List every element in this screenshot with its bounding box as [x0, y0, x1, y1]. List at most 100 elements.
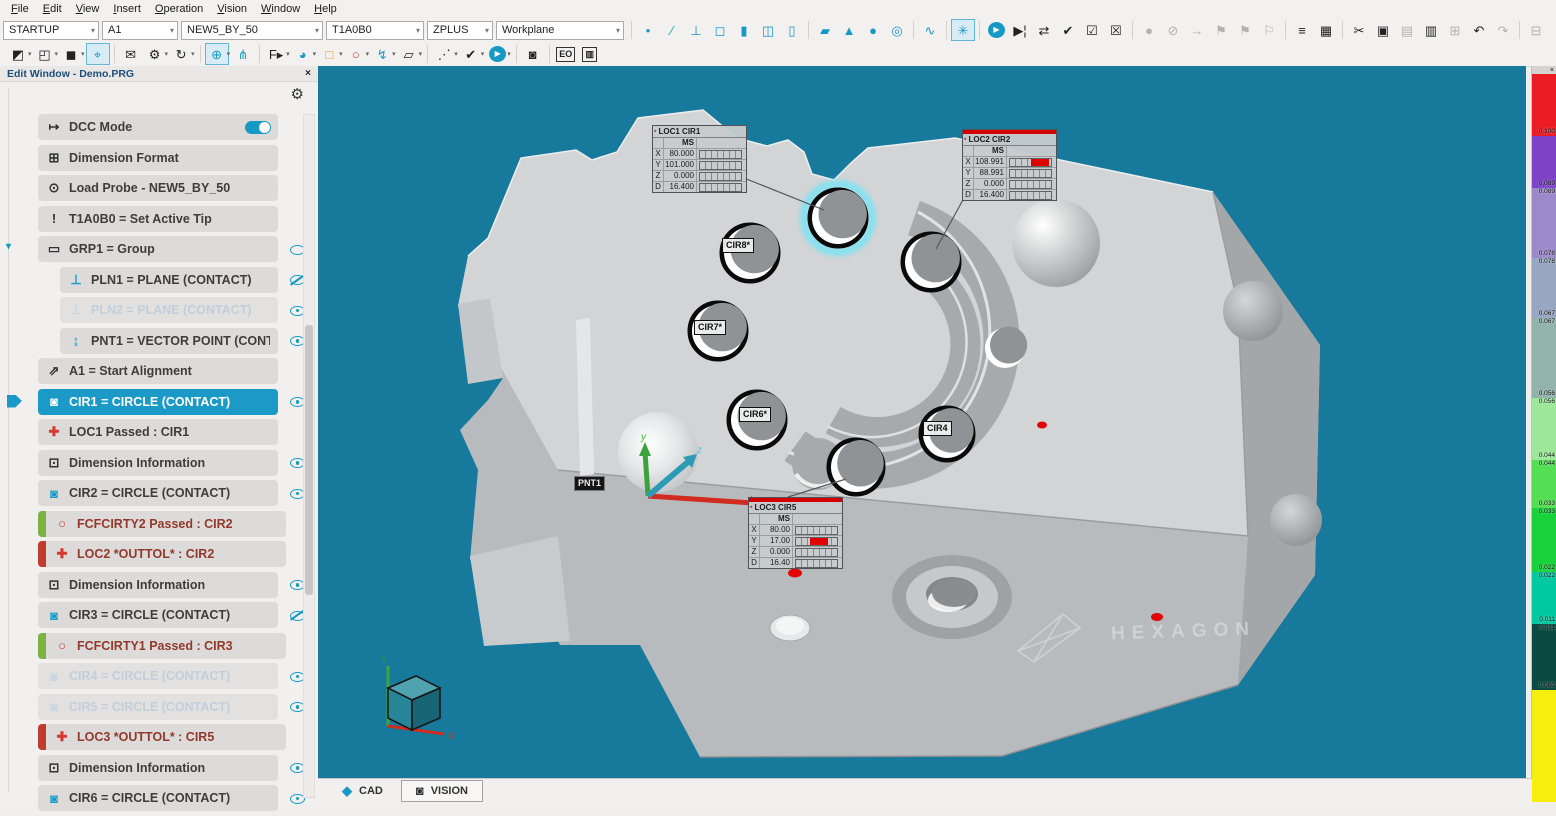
chevron-down-icon[interactable]: ▾ — [227, 50, 231, 58]
path-icon[interactable]: ⋰ — [432, 43, 456, 65]
execute2-icon[interactable]: ▶ — [485, 43, 509, 65]
sphere-icon[interactable]: ● — [861, 19, 885, 41]
view-window-icon[interactable]: □ — [317, 43, 341, 65]
print-icon[interactable]: ⊟ — [1524, 19, 1548, 41]
menu-item-edit[interactable]: Edit — [36, 2, 69, 16]
chevron-down-icon[interactable]: ▾ — [313, 50, 317, 58]
report-view-icon[interactable]: ≡ — [1290, 19, 1314, 41]
edit-item-cir3-circle-contact[interactable]: ◙CIR3 = CIRCLE (CONTACT) — [38, 602, 278, 628]
layers-icon[interactable]: ▱ — [397, 43, 421, 65]
report-window-icon[interactable]: EO — [554, 43, 578, 65]
probe-axes-icon[interactable]: ⋔ — [231, 43, 255, 65]
bookmark-insert-icon[interactable]: ⚑ — [1233, 19, 1257, 41]
feature-tag-cir8[interactable]: CIR8* — [722, 238, 754, 253]
stats-window-icon[interactable]: ▥ — [578, 43, 602, 65]
bookmark-icon[interactable]: ⚑ — [1209, 19, 1233, 41]
stop-disabled-icon[interactable]: ⊘ — [1161, 19, 1185, 41]
tab-cad[interactable]: ◆CAD — [328, 780, 397, 802]
rotate-icon[interactable]: ↻ — [169, 43, 193, 65]
alignment-select[interactable]: STARTUP▾ — [3, 21, 99, 40]
loop-icon[interactable]: ⇄ — [1032, 19, 1056, 41]
edit-item-loc3-outtol-cir5[interactable]: ✚LOC3 *OUTTOL* : CIR5 — [38, 724, 286, 750]
pattern-icon[interactable]: ⊞ — [1443, 19, 1467, 41]
round-slot-icon[interactable]: ▮ — [732, 19, 756, 41]
circle-icon[interactable]: ◻ — [708, 19, 732, 41]
highlight-circle-icon[interactable]: ○ — [344, 43, 368, 65]
menu-item-help[interactable]: Help — [307, 2, 344, 16]
line-icon[interactable]: ∕ — [660, 19, 684, 41]
chevron-down-icon[interactable]: ▾ — [339, 50, 343, 58]
axis-select[interactable]: A1▾ — [102, 21, 178, 40]
bookmark-clear-icon[interactable]: ⚐ — [1257, 19, 1281, 41]
edit-item-a1-start-alignment[interactable]: ⇗A1 = Start Alignment — [38, 358, 278, 384]
feature-tag-pnt1[interactable]: PNT1 — [574, 476, 605, 491]
pan-icon[interactable]: ⌖ — [86, 43, 110, 65]
chevron-down-icon[interactable]: ▾ — [481, 50, 485, 58]
curve-icon[interactable]: ∿ — [918, 19, 942, 41]
undo-icon[interactable]: ↶ — [1467, 19, 1491, 41]
cylinder-icon[interactable]: ▰ — [813, 19, 837, 41]
redo-icon[interactable]: ↷ — [1491, 19, 1515, 41]
edit-item-fcfcirty1-passed-cir3[interactable]: ○FCFCIRTY1 Passed : CIR3 — [38, 633, 286, 659]
jump-icon[interactable]: ↯ — [370, 43, 394, 65]
edit-item-dimension-information[interactable]: ⊡Dimension Information — [38, 572, 278, 598]
chevron-down-icon[interactable]: ▾ — [286, 50, 290, 58]
report-template-icon[interactable]: ▦ — [1314, 19, 1338, 41]
chevron-down-icon[interactable]: ▾ — [507, 50, 511, 58]
probe-file-icon[interactable]: F▸ — [264, 43, 288, 65]
edit-item-dimension-information[interactable]: ⊡Dimension Information — [38, 755, 278, 781]
scrollbar-thumb[interactable] — [305, 325, 313, 595]
chevron-down-icon[interactable]: ▾ — [28, 50, 32, 58]
report-fail-icon[interactable]: ☒ — [1104, 19, 1128, 41]
workplane-select[interactable]: Workplane▾ — [496, 21, 624, 40]
edit-item-load-probe-new5-by-50[interactable]: ⊙Load Probe - NEW5_BY_50 — [38, 175, 278, 201]
chevron-down-icon[interactable]: ▾ — [366, 50, 370, 58]
edit-item-dcc-mode[interactable]: ↦DCC Mode — [38, 114, 278, 140]
stop-icon[interactable]: ● — [1137, 19, 1161, 41]
probe-select[interactable]: NEW5_BY_50▾ — [181, 21, 323, 40]
measurement-label-loc2-cir2[interactable]: ▪LOC2 CIR2MSX108.991Y88.991Z0.000D16.400 — [962, 129, 1057, 201]
trackball-icon[interactable]: ◕ — [291, 43, 315, 65]
edit-item-cir1-circle-contact[interactable]: ◙CIR1 = CIRCLE (CONTACT) — [38, 389, 278, 415]
rectangle-icon[interactable]: ▯ — [780, 19, 804, 41]
menu-item-view[interactable]: View — [69, 2, 107, 16]
cad-view-icon[interactable]: ◩ — [6, 43, 30, 65]
menu-item-insert[interactable]: Insert — [106, 2, 148, 16]
execute-icon[interactable]: ▶ — [984, 19, 1008, 41]
edit-item-grp1-group[interactable]: ▾▭GRP1 = Group — [38, 236, 278, 262]
chevron-down-icon[interactable]: ▾ — [55, 50, 59, 58]
copy-icon[interactable]: ▣ — [1371, 19, 1395, 41]
chevron-down-icon[interactable]: ▾ — [392, 50, 396, 58]
feature-tag-cir7[interactable]: CIR7* — [694, 320, 726, 335]
edit-item-cir4-circle-contact[interactable]: ◙CIR4 = CIRCLE (CONTACT) — [38, 663, 278, 689]
chevron-down-icon[interactable]: ▾ — [191, 50, 195, 58]
comment-icon[interactable]: ✉ — [119, 43, 143, 65]
menu-item-vision[interactable]: Vision — [210, 2, 254, 16]
paste-special-icon[interactable]: ▥ — [1419, 19, 1443, 41]
expander-icon[interactable]: ▾ — [6, 241, 11, 252]
plane-icon[interactable]: ⊥ — [684, 19, 708, 41]
cone-icon[interactable]: ▲ — [837, 19, 861, 41]
edit-item-dimension-format[interactable]: ⊞Dimension Format — [38, 145, 278, 171]
chevron-down-icon[interactable]: ▾ — [165, 50, 169, 58]
edit-item-cir6-circle-contact[interactable]: ◙CIR6 = CIRCLE (CONTACT) — [38, 785, 278, 811]
square-slot-icon[interactable]: ◫ — [756, 19, 780, 41]
chevron-down-icon[interactable]: ▾ — [454, 50, 458, 58]
translate-icon[interactable]: ⊕ — [205, 43, 229, 65]
measurement-label-loc1-cir1[interactable]: ▪LOC1 CIR1MSX80.000Y101.000Z0.000D16.400 — [652, 125, 747, 193]
edit-item-cir5-circle-contact[interactable]: ◙CIR5 = CIRCLE (CONTACT) — [38, 694, 278, 720]
measurement-label-loc3-cir5[interactable]: ▪LOC3 CIR5MSX80.00Y17.00Z0.000D16.40 — [748, 497, 843, 569]
cad-viewport[interactable]: y x z Y X HEXAGON CIR8*CIR7*CIR6*CIR4PNT… — [318, 66, 1526, 779]
edit-item-fcfcirty2-passed-cir2[interactable]: ○FCFCIRTY2 Passed : CIR2 — [38, 511, 286, 537]
point-icon[interactable]: • — [636, 19, 660, 41]
edit-item-pnt1-vector-point-contact[interactable]: ↨PNT1 = VECTOR POINT (CONTACT) — [60, 328, 278, 354]
confirm2-icon[interactable]: ✔ — [459, 43, 483, 65]
chevron-down-icon[interactable]: ▾ — [419, 50, 423, 58]
edit-item-dimension-information[interactable]: ⊡Dimension Information — [38, 450, 278, 476]
cut-icon[interactable]: ✂ — [1347, 19, 1371, 41]
tab-vision[interactable]: ◙VISION — [401, 780, 483, 802]
close-icon[interactable]: × — [1550, 67, 1554, 74]
edit-item-t1a0b0-set-active-tip[interactable]: !T1A0B0 = Set Active Tip — [38, 206, 278, 232]
tip-select[interactable]: T1A0B0▾ — [326, 21, 424, 40]
chevron-down-icon[interactable]: ▾ — [81, 50, 85, 58]
